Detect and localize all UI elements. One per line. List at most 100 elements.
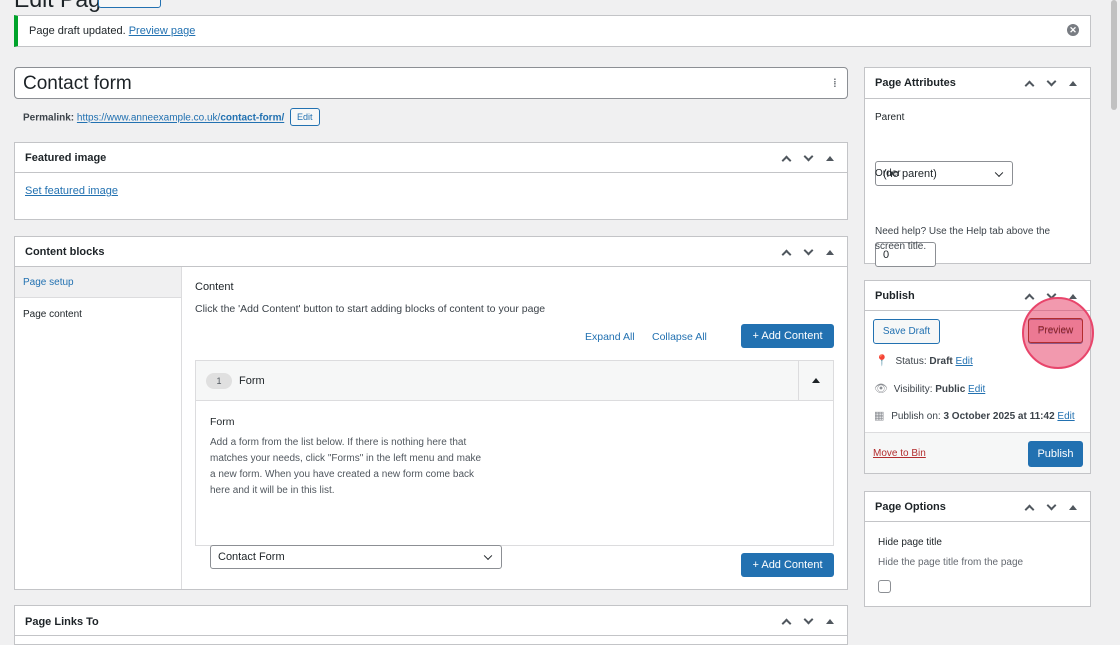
preview-page-link[interactable]: Preview page (129, 25, 196, 37)
help-line: Need help? Use the Help tab above the (875, 226, 1051, 237)
hide-title-desc: Hide the page title from the page (878, 557, 1024, 568)
block-number-badge: 1 (206, 373, 232, 389)
page-attributes-header: Page Attributes (865, 68, 1090, 99)
help-line: here and it will be in this list. (210, 485, 335, 496)
page-links-handles (775, 612, 841, 630)
dismiss-icon[interactable]: ✕ (1067, 24, 1079, 36)
featured-image-box: Featured image Set featured image (14, 142, 848, 220)
page-attributes-handles (1018, 74, 1084, 92)
visibility-row: 👁 Visibility: Public Edit (874, 382, 985, 395)
move-down-icon[interactable] (1040, 74, 1062, 92)
move-up-icon[interactable] (775, 612, 797, 630)
page-links-box: Page Links To (14, 605, 848, 645)
publish-on-label: Publish on: (891, 411, 941, 422)
chevron-down-icon (994, 168, 1004, 177)
form-select-value: Contact Form (218, 551, 285, 563)
form-field-label: Form (210, 416, 235, 428)
status-edit-link[interactable]: Edit (956, 356, 973, 367)
visibility-edit-link[interactable]: Edit (968, 384, 985, 395)
move-up-icon[interactable] (1018, 498, 1040, 516)
visibility-value: Public (935, 384, 966, 395)
page-options-header: Page Options (865, 492, 1090, 522)
move-down-icon[interactable] (797, 612, 819, 630)
move-up-icon[interactable] (1018, 74, 1040, 92)
scrollbar[interactable] (1108, 0, 1120, 626)
page-links-header: Page Links To (15, 606, 847, 636)
publish-button[interactable]: Publish (1028, 441, 1083, 467)
publish-on-edit-link[interactable]: Edit (1057, 411, 1074, 422)
publish-actions: Move to Bin Publish (865, 432, 1090, 473)
eye-icon: 👁 (874, 382, 888, 395)
featured-image-handles (775, 149, 841, 167)
help-line: a new form. When you have created a new … (210, 469, 475, 480)
move-down-icon[interactable] (1040, 498, 1062, 516)
add-content-button-bottom[interactable]: + Add Content (741, 553, 834, 577)
move-up-icon[interactable] (775, 149, 797, 167)
block-toggle-icon[interactable] (798, 361, 833, 400)
permalink-link[interactable]: https://www.anneexample.co.uk/contact-fo… (77, 113, 284, 124)
add-content-button-top[interactable]: + Add Content (741, 324, 834, 348)
set-featured-image-link[interactable]: Set featured image (25, 185, 118, 197)
permalink-edit-button[interactable]: Edit (290, 108, 320, 126)
visibility-label: Visibility: (893, 384, 933, 395)
page-attributes-box: Page Attributes Parent (no parent) Order… (864, 67, 1091, 267)
move-to-bin-link[interactable]: Move to Bin (873, 448, 926, 459)
status-label: Status: (895, 356, 927, 367)
content-blocks-header: Content blocks (15, 237, 847, 267)
form-block: 1 Form Form Add a form from the list bel… (195, 360, 834, 569)
post-title-value: Contact form (23, 73, 132, 94)
content-blocks-box: Content blocks Page setup Page content C… (14, 236, 848, 590)
page-options-box: Page Options Hide page title Hide the pa… (864, 491, 1091, 607)
move-up-icon[interactable] (775, 243, 797, 261)
publish-on-value: 3 October 2025 at 11:42 (943, 411, 1055, 422)
toggle-panel-icon[interactable] (1062, 498, 1084, 516)
toggle-panel-icon[interactable] (819, 149, 841, 167)
publish-on-row: ▦ Publish on: 3 October 2025 at 11:42 Ed… (874, 409, 1075, 422)
add-new-page-button[interactable] (98, 0, 161, 8)
hide-title-checkbox[interactable] (878, 580, 891, 593)
content-blocks-tabs: Page setup Page content (15, 267, 182, 589)
toggle-panel-icon[interactable] (819, 243, 841, 261)
content-blocks-handles (775, 243, 841, 261)
page-options-handles (1018, 498, 1084, 516)
chevron-down-icon (483, 551, 493, 561)
form-block-header[interactable]: 1 Form (196, 361, 833, 401)
move-down-icon[interactable] (797, 243, 819, 261)
form-select[interactable]: Contact Form (210, 545, 502, 569)
featured-image-header: Featured image (15, 143, 847, 173)
tab-page-content-label: Page content (23, 309, 82, 320)
permalink-base: https://www.anneexample.co.uk/ (76, 112, 221, 124)
collapse-all-link[interactable]: Collapse All (652, 331, 707, 343)
page-options-title: Page Options (875, 501, 946, 513)
calendar-icon: ▦ (874, 409, 885, 422)
publish-title: Publish (875, 290, 915, 302)
page-links-title: Page Links To (25, 616, 99, 628)
content-blocks-title: Content blocks (25, 246, 105, 258)
tab-page-setup[interactable]: Page setup (15, 267, 181, 298)
save-draft-button[interactable]: Save Draft (873, 319, 940, 344)
order-label: Order (875, 168, 901, 179)
page-attributes-title: Page Attributes (875, 77, 956, 89)
hide-title-label: Hide page title (878, 537, 942, 548)
post-title-input[interactable]: Contact form ⁞ (14, 67, 848, 99)
form-help-text: Add a form from the list below. If there… (210, 435, 510, 499)
status-value: Draft (929, 356, 953, 367)
permalink-label: Permalink: (23, 112, 75, 124)
toggle-panel-icon[interactable] (1062, 74, 1084, 92)
block-name: Form (239, 375, 265, 387)
expand-all-link[interactable]: Expand All (585, 331, 635, 343)
help-line: Add a form from the list below. If there… (210, 437, 467, 448)
toggle-panel-icon[interactable] (819, 612, 841, 630)
status-row: 📍 Status: Draft Edit (875, 354, 973, 367)
field-options-icon[interactable]: ⁞ (833, 76, 843, 90)
scrollbar-thumb[interactable] (1111, 0, 1117, 110)
tab-page-setup-label: Page setup (23, 277, 74, 288)
content-description: Click the 'Add Content' button to start … (195, 303, 546, 315)
page-attributes-help: Need help? Use the Help tab above the sc… (875, 224, 1050, 254)
help-line: screen title. (875, 241, 927, 252)
notice-text: Page draft updated. (29, 25, 126, 37)
tab-page-content[interactable]: Page content (15, 298, 181, 330)
preview-button-highlighted[interactable]: Preview (1028, 318, 1083, 343)
move-down-icon[interactable] (797, 149, 819, 167)
featured-image-title: Featured image (25, 152, 107, 164)
